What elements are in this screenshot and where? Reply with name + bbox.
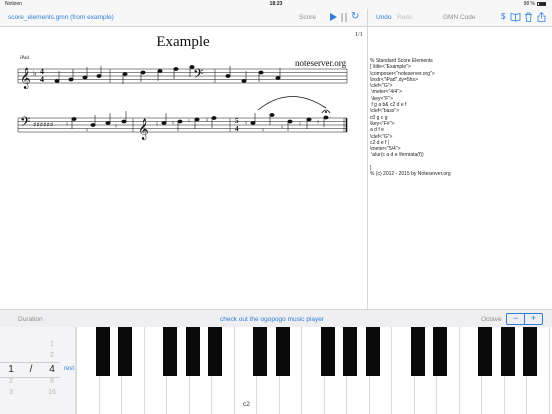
time-sig-bottom: 4 [40, 75, 44, 84]
page-indicator: 1/1 [355, 32, 363, 38]
sharps-icon: ♯♯♯♯♯♯ [33, 121, 53, 129]
pause-icon[interactable] [341, 13, 347, 22]
share-icon[interactable] [537, 11, 546, 25]
time-sig-2-top: 5 [235, 117, 239, 125]
gmn-code-editor[interactable]: % Standard Score Elements[ \title<"Examp… [370, 58, 550, 178]
book-icon[interactable] [510, 12, 521, 25]
refresh-icon[interactable]: ↻ [351, 12, 359, 22]
trash-icon[interactable] [524, 12, 533, 25]
octave-up-button[interactable]: + [524, 313, 543, 325]
piano-black-key[interactable] [163, 327, 177, 376]
rest-button[interactable]: rest [64, 366, 74, 372]
staff-1-notes [54, 65, 195, 84]
picker-selection-line-top [0, 362, 60, 363]
piano-keyboard[interactable] [76, 327, 552, 414]
bass-clef-icon: 𝄢 [193, 66, 203, 85]
piano-black-key[interactable] [118, 327, 132, 376]
denominator-option[interactable]: 2 [45, 352, 59, 359]
piano-black-key[interactable] [208, 327, 222, 376]
octave-down-button[interactable]: − [506, 313, 525, 325]
octave-label: Octave [481, 316, 502, 323]
time-sig-2-bottom: 4 [235, 125, 239, 133]
music-score: Example noteserver.org iPad 𝄞 ♭ 4 4 𝄢 𝄢 … [17, 34, 348, 140]
piano-black-key[interactable] [365, 327, 380, 376]
battery-icon [537, 1, 546, 6]
svg-text:♮: ♮ [66, 121, 68, 128]
clock: 18:23 [269, 1, 283, 7]
toolbar: score_elements.gmn (from example) Score … [0, 9, 552, 27]
score-view[interactable]: Example noteserver.org iPad 𝄞 ♭ 4 4 𝄢 𝄢 … [0, 28, 367, 309]
battery-percent: 98 % [523, 1, 535, 7]
staff-1-bass-notes [225, 66, 281, 83]
code-line: % (c) 2012 - 2015 by Noteserver.org [370, 171, 451, 178]
middle-c-label: c2 [243, 401, 250, 408]
piano-black-key[interactable] [253, 327, 267, 376]
score-instrument: iPad [20, 56, 29, 61]
flat-sign-icon: ♭ [33, 69, 37, 78]
status-bar: Notizen 18:23 98 % [0, 0, 552, 9]
battery-indicator: 98 % [524, 0, 546, 9]
score-tab-label[interactable]: Score [299, 14, 316, 21]
svg-text:♮: ♮ [206, 117, 208, 124]
svg-text:♮: ♮ [86, 127, 88, 134]
duration-separator: / [29, 364, 33, 375]
staff-1 [17, 68, 348, 84]
piano-black-key[interactable] [410, 327, 425, 376]
piano-white-key[interactable] [548, 327, 552, 414]
svg-text:♮: ♮ [299, 121, 301, 128]
gmn-code-label[interactable]: GMN Code [443, 14, 476, 21]
bass-clef-2-icon: 𝄢 [20, 114, 30, 133]
svg-text:♮: ♮ [281, 124, 283, 131]
duration-label: Duration [18, 316, 43, 323]
document-title[interactable]: score_elements.gmn (from example) [8, 14, 114, 21]
treble-clef-icon: 𝄞 [20, 68, 31, 89]
panel-divider[interactable] [367, 9, 368, 309]
piano-black-key[interactable] [343, 327, 357, 376]
svg-text:♮: ♮ [188, 118, 190, 125]
denominator-option[interactable]: 8 [45, 378, 59, 385]
play-icon[interactable] [330, 13, 337, 21]
svg-text:♮: ♮ [317, 119, 319, 126]
numerator-selected[interactable]: 1 [4, 364, 18, 375]
piano-black-key[interactable] [433, 327, 447, 376]
undo-button[interactable]: Undo [376, 14, 392, 21]
piano-black-key[interactable] [478, 327, 492, 376]
treble-clef-2-icon: 𝄞 [138, 119, 149, 140]
svg-text:♮: ♮ [115, 123, 117, 130]
duration-picker[interactable]: 1 2 1 / 4 2 8 3 16 [0, 327, 60, 414]
bottom-bar: Duration check out the ogopogo music pla… [0, 309, 552, 327]
svg-text:♮: ♮ [172, 120, 174, 127]
svg-text:♮: ♮ [245, 120, 247, 127]
piano-black-key[interactable] [320, 327, 335, 376]
numerator-option[interactable]: 3 [4, 389, 18, 396]
piano-black-key[interactable] [275, 327, 290, 376]
piano-black-key[interactable] [523, 327, 537, 376]
piano-black-key[interactable] [500, 327, 515, 376]
denominator-option[interactable]: 16 [45, 389, 59, 396]
piano-black-key[interactable] [185, 327, 200, 376]
svg-text:♮: ♮ [156, 121, 158, 128]
denominator-option[interactable]: 1 [45, 341, 59, 348]
numerator-option[interactable]: 2 [4, 378, 18, 385]
dollar-icon[interactable]: $ [501, 12, 505, 22]
piano-black-key[interactable] [95, 327, 110, 376]
staff-2-notes: ♮ ♮ ♮ [66, 111, 127, 134]
redo-button[interactable]: Redo [397, 14, 413, 21]
score-composer: noteserver.org [295, 58, 347, 68]
svg-text:♮: ♮ [262, 127, 264, 134]
score-title: Example [156, 34, 210, 50]
denominator-selected[interactable]: 4 [45, 364, 59, 375]
promo-link[interactable]: check out the ogopogo music player [220, 316, 324, 323]
